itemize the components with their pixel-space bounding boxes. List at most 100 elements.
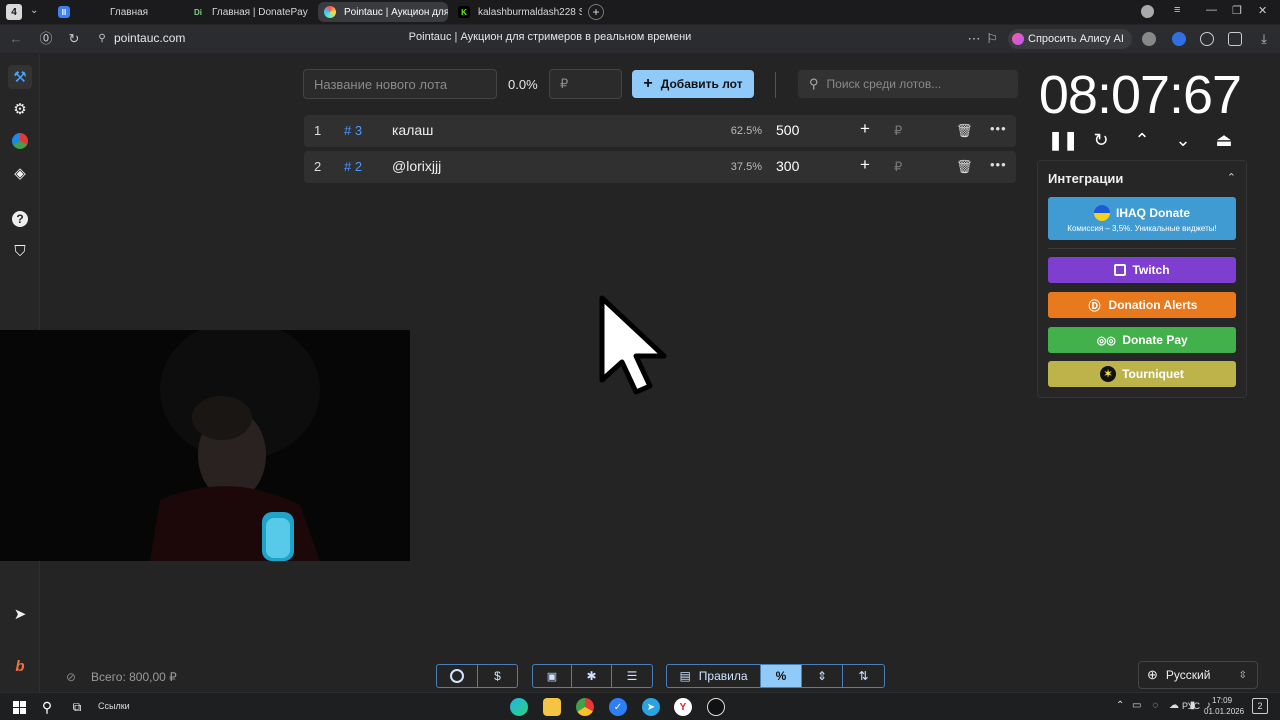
ask-alice-button[interactable]: Спросить Алису AI: [1008, 29, 1132, 49]
add-amount-icon[interactable]: +: [860, 119, 870, 139]
help-icon[interactable]: ?: [8, 207, 32, 231]
rules-button[interactable]: ▤ Правила: [666, 664, 761, 688]
lot-amount[interactable]: 300: [776, 158, 799, 174]
extension-icon[interactable]: [1172, 32, 1186, 46]
app-check-icon[interactable]: ✓: [609, 698, 627, 716]
restore-icon[interactable]: ❐: [1232, 4, 1242, 17]
tray-chevron-icon[interactable]: ⌃: [1116, 700, 1124, 711]
trash-icon[interactable]: 🗑: [956, 123, 973, 139]
chevron-down-icon[interactable]: ⌄: [30, 5, 38, 16]
tab-donatepay[interactable]: Di Главная | DonatePay: [186, 2, 316, 22]
reset-icon[interactable]: ↻: [1089, 130, 1113, 150]
twitch-label: Twitch: [1132, 263, 1170, 277]
search-input[interactable]: ⚲ Поиск среди лотов...: [798, 70, 1018, 98]
add-lot-button[interactable]: + Добавить лот: [632, 70, 754, 98]
save-button[interactable]: ▣: [532, 664, 572, 688]
language-select[interactable]: ⊕ Русский ⇳: [1138, 661, 1258, 689]
file-explorer-icon[interactable]: [543, 698, 561, 716]
more-icon[interactable]: •••: [990, 121, 1007, 136]
search-icon: ⚲: [809, 76, 819, 91]
play-icon[interactable]: [1200, 32, 1214, 46]
pause-icon[interactable]: ❚❚: [1048, 130, 1078, 150]
lot-amount[interactable]: 500: [776, 122, 799, 138]
lot-id-tag[interactable]: # 2: [344, 159, 362, 174]
new-tab-button[interactable]: +: [588, 4, 604, 20]
chevron-down-icon[interactable]: ⌄: [1171, 130, 1195, 150]
donate-button[interactable]: $: [477, 664, 518, 688]
lot-name[interactable]: калаш: [392, 122, 433, 138]
screenshot-icon[interactable]: [1228, 32, 1242, 46]
trash-icon[interactable]: 🗑: [956, 159, 973, 175]
globe-icon[interactable]: [1142, 32, 1156, 46]
bookmark-icon[interactable]: ⚐: [984, 31, 1000, 47]
search-icon[interactable]: ⚲: [38, 698, 56, 716]
notification-icon[interactable]: 2: [1252, 698, 1268, 714]
clock-time[interactable]: 17:09: [1212, 696, 1232, 705]
compact-view-button[interactable]: ⇕: [801, 664, 843, 688]
boosty-icon[interactable]: b: [8, 654, 32, 678]
percent-toggle-button[interactable]: %: [760, 664, 802, 688]
wheel-icon[interactable]: [8, 129, 32, 153]
ihaq-donate-button[interactable]: IHAQ Donate Комиссия – 3,5%. Уникальные …: [1048, 197, 1236, 240]
github-button[interactable]: [436, 664, 478, 688]
more-icon[interactable]: •••: [990, 157, 1007, 172]
add-amount-icon[interactable]: +: [860, 155, 870, 175]
pinned-tab-icon: II: [58, 6, 70, 18]
rules-label: Правила: [698, 669, 748, 683]
lot-id-tag[interactable]: # 3: [344, 123, 362, 138]
tab-pinned[interactable]: II: [52, 2, 76, 22]
minimize-icon[interactable]: —: [1206, 4, 1217, 16]
ihaq-icon: [1093, 204, 1110, 221]
donate-pay-button[interactable]: ◎◎ Donate Pay: [1048, 327, 1236, 353]
obs-icon[interactable]: [707, 698, 725, 716]
clock-date[interactable]: 01.01.2026: [1204, 707, 1244, 716]
integrations-title: Интеграции: [1048, 171, 1124, 186]
chrome-icon[interactable]: [576, 698, 594, 716]
download-icon[interactable]: ⤓: [1256, 31, 1272, 47]
pointauc-icon: [324, 6, 336, 18]
chevron-up-icon[interactable]: ⌃: [1227, 171, 1236, 184]
chevron-up-icon[interactable]: ⌃: [1130, 130, 1154, 150]
edge-icon[interactable]: [510, 698, 528, 716]
donation-alerts-button[interactable]: Ⓓ Donation Alerts: [1048, 292, 1236, 318]
bug-report-button[interactable]: ✱: [571, 664, 612, 688]
windows-start-icon[interactable]: [10, 698, 28, 716]
twitch-button[interactable]: Twitch: [1048, 257, 1236, 283]
yandex-browser-icon[interactable]: Y: [674, 698, 692, 716]
bookmarks-icon[interactable]: ≡: [1174, 4, 1180, 16]
telegram-icon[interactable]: ➤: [642, 698, 660, 716]
tab-count-badge[interactable]: 4: [6, 4, 22, 20]
lot-amount-input[interactable]: ₽: [549, 69, 622, 99]
plus-icon: +: [643, 75, 653, 92]
eye-off-icon[interactable]: ⊘: [66, 670, 76, 684]
tab-home[interactable]: Главная: [84, 2, 184, 22]
tab-pointauc[interactable]: Pointauc | Аукцион для ×: [318, 2, 448, 22]
address-bar: ← ⓪ ↻ ⚲ pointauc.com Pointauc | Аукцион …: [0, 25, 1280, 53]
lot-name[interactable]: @lorixjjj: [392, 158, 441, 174]
lot-row[interactable]: 2 # 2 @lorixjjj 37.5% 300 + ₽ 🗑 •••: [304, 151, 1016, 183]
clear-lots-button[interactable]: ☰: [611, 664, 653, 688]
shield-icon[interactable]: ⛉: [8, 239, 32, 263]
lot-row[interactable]: 1 # 3 калаш 62.5% 500 + ₽ 🗑 •••: [304, 115, 1016, 147]
links-toolbar[interactable]: Ссылки: [98, 701, 130, 711]
alice-icon: [1012, 33, 1024, 45]
lot-name-input[interactable]: Название нового лота: [303, 69, 497, 99]
task-view-icon[interactable]: ⧉: [68, 698, 86, 716]
profile-icon[interactable]: [1141, 5, 1154, 18]
more-icon[interactable]: ⋯: [966, 31, 982, 47]
close-window-icon[interactable]: ✕: [1258, 4, 1267, 17]
telegram-icon[interactable]: ➤: [8, 602, 32, 626]
lot-index: 2: [314, 159, 322, 174]
integrations-panel: Интеграции ⌃ IHAQ Donate Комиссия – 3,5%…: [1037, 160, 1247, 398]
collapse-icon[interactable]: ⏏: [1212, 130, 1236, 150]
settings-icon[interactable]: ⚙: [8, 97, 32, 121]
tourniquet-button[interactable]: ✶ Tourniquet: [1048, 361, 1236, 387]
lot-percent: 62.5%: [730, 125, 762, 137]
tab-kick[interactable]: K kalashburmaldash228 Stre: [452, 2, 582, 22]
tray-icons[interactable]: ▭ ◌ ☁ ▮ ♪: [1132, 700, 1215, 711]
tab-label: kalashburmaldash228 Stre: [478, 6, 582, 18]
sort-button[interactable]: ⇅: [842, 664, 885, 688]
input-language[interactable]: РУС: [1182, 701, 1200, 711]
layers-icon[interactable]: ◈: [8, 161, 32, 185]
auction-gavel-icon[interactable]: ⚒: [8, 65, 32, 89]
